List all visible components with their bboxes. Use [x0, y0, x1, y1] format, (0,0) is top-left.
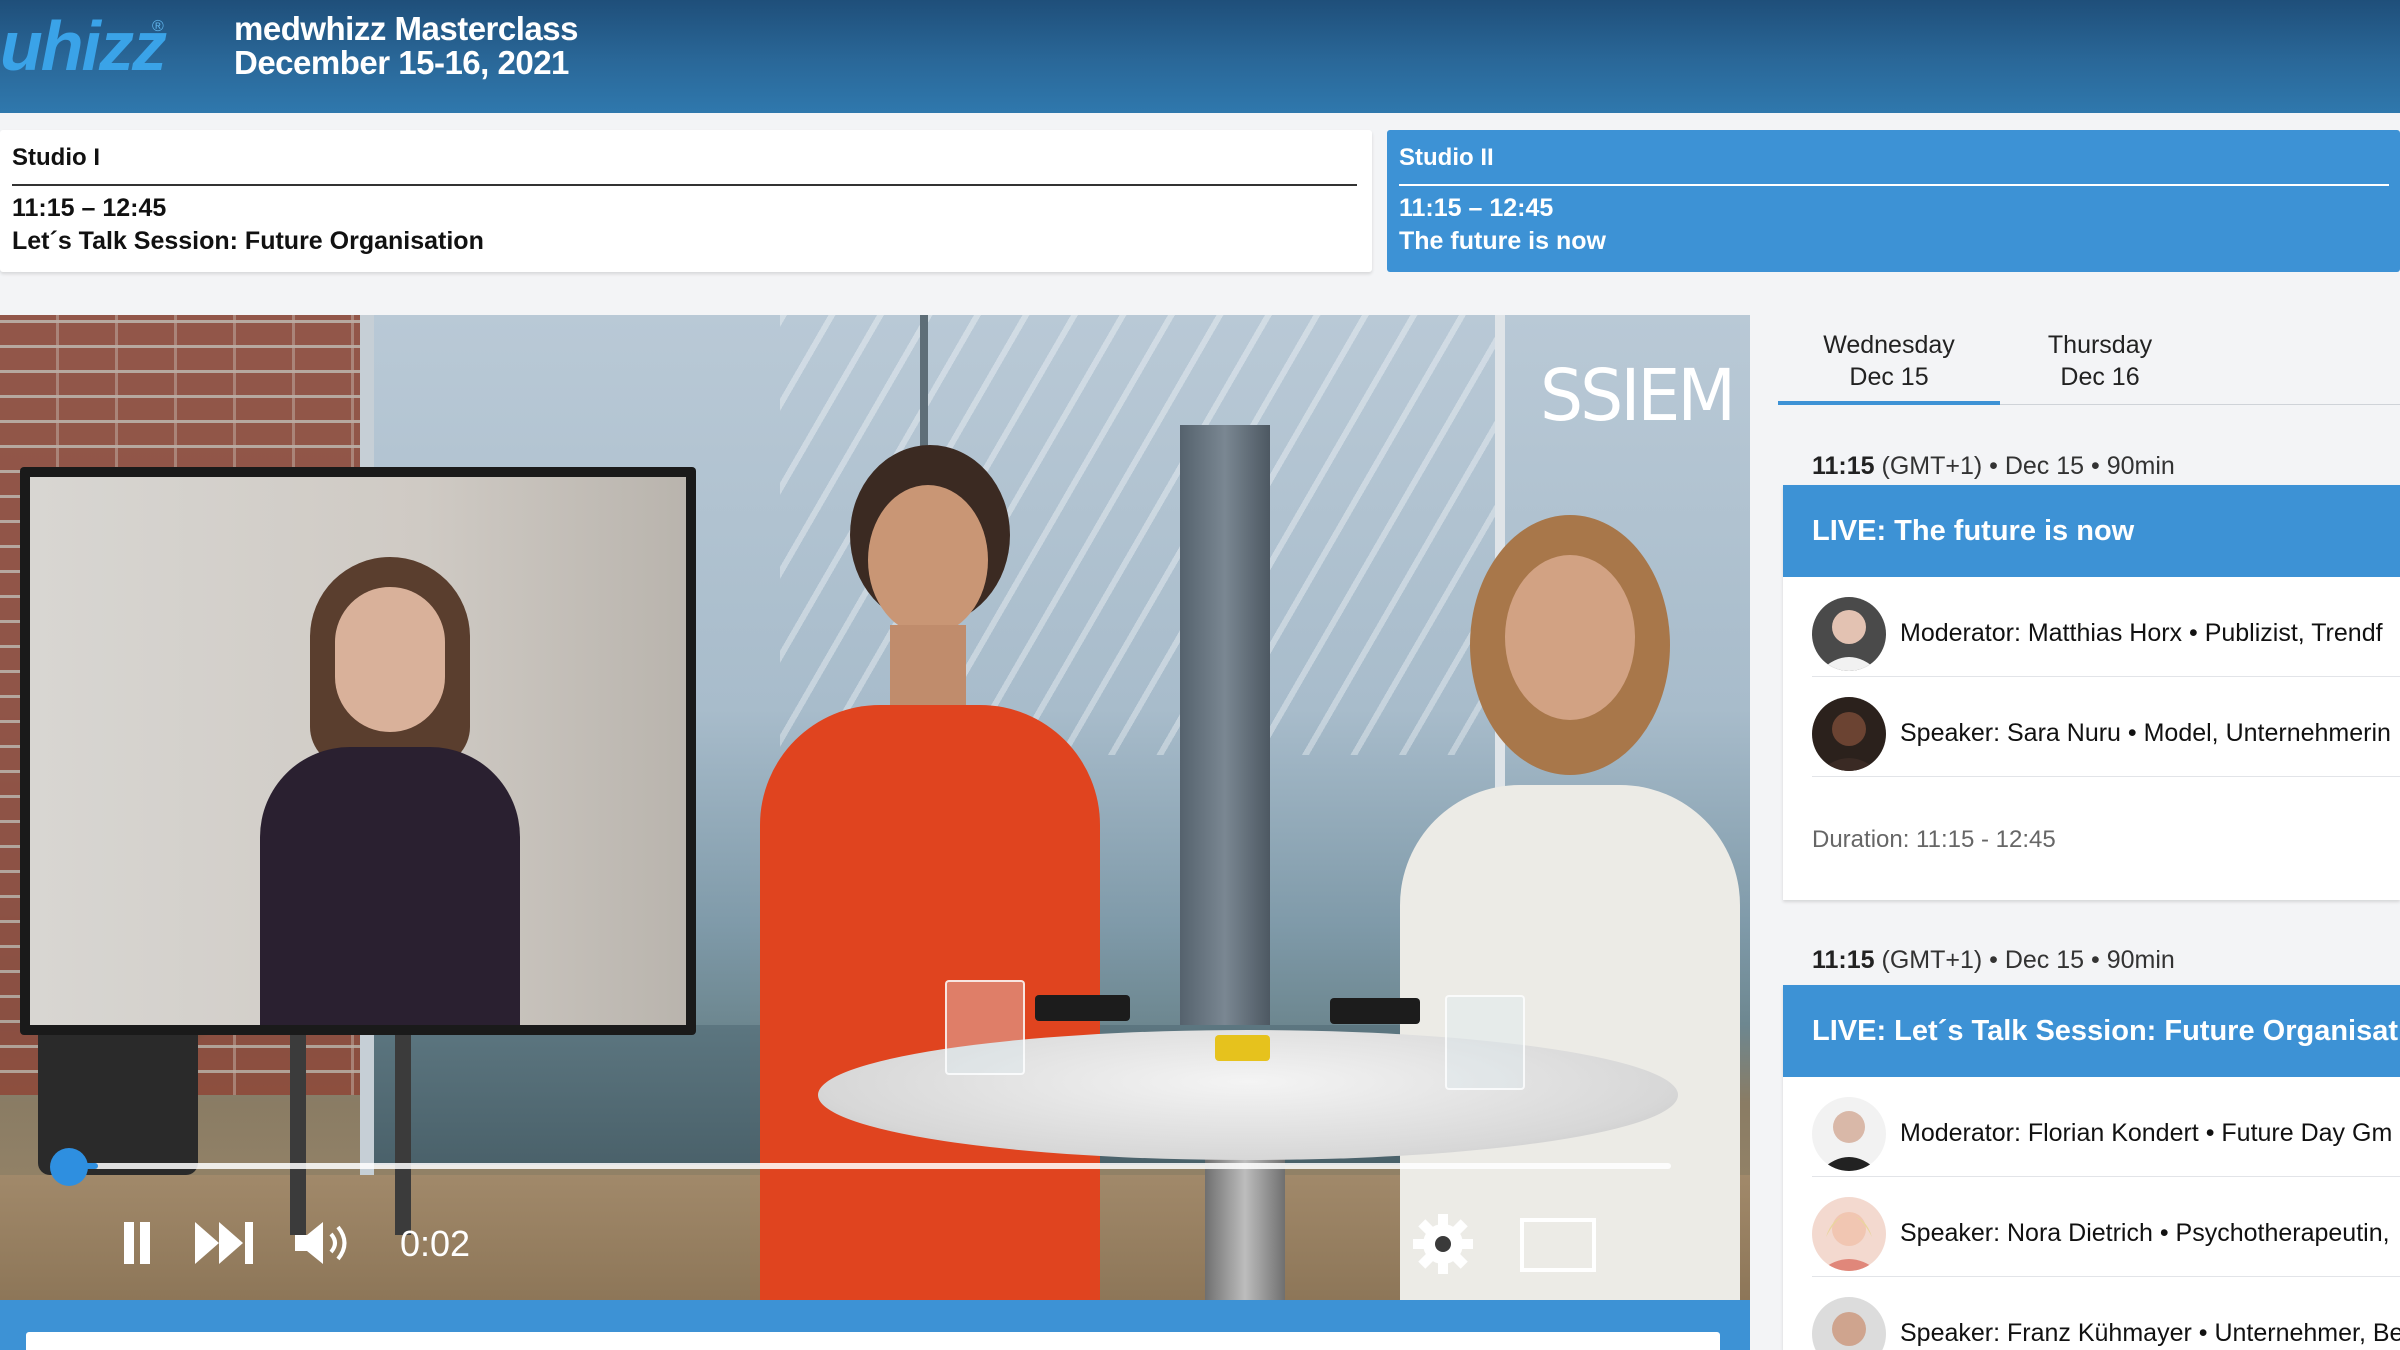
- session-card-header: LIVE: Let´s Talk Session: Future Organis…: [1783, 985, 2400, 1077]
- studio-divider: [12, 184, 1357, 186]
- session-meta-details: (GMT+1) • Dec 15 • 90min: [1874, 452, 2175, 480]
- studio-session-title: Let´s Talk Session: Future Organisation: [12, 227, 484, 255]
- studio-name: Studio II: [1399, 144, 1494, 171]
- studio-name: Studio I: [12, 144, 100, 171]
- person-row[interactable]: Speaker: Sara Nuru • Model, Unternehmeri…: [1812, 677, 2400, 777]
- session-meta: 11:15 (GMT+1) • Dec 15 • 90min: [1812, 452, 2175, 481]
- session-title: LIVE: The future is now: [1812, 515, 2135, 547]
- agenda-panel: Wednesday Dec 15 Thursday Dec 16 11:15 (…: [1750, 315, 2400, 1350]
- remote-speaker: [260, 557, 520, 1025]
- video-tower: [1180, 425, 1270, 1035]
- session-meta: 11:15 (GMT+1) • Dec 15 • 90min: [1812, 946, 2175, 975]
- day-tab-date: Dec 15: [1849, 363, 1929, 391]
- current-time: 0:02: [400, 1223, 471, 1264]
- speaker-avatar: [1812, 1197, 1886, 1271]
- person-name: Speaker: Nora Dietrich • Psychotherapeut…: [1900, 1219, 2390, 1247]
- studio-time: 11:15 – 12:45: [12, 194, 167, 222]
- fullscreen-icon[interactable]: [1520, 1218, 1596, 1272]
- settings-gear-icon[interactable]: [1412, 1213, 1474, 1275]
- studio-tab-2[interactable]: Studio II 11:15 – 12:45 The future is no…: [1387, 130, 2400, 272]
- speaker-right: [1380, 515, 1750, 1300]
- session-start: 11:15: [1812, 946, 1875, 974]
- top-header: uhizz ® medwhizz Masterclass December 15…: [0, 0, 2400, 113]
- person-name: Moderator: Matthias Horx • Publizist, Tr…: [1900, 619, 2383, 647]
- speaker-avatar: [1812, 1297, 1886, 1350]
- water-glass: [945, 980, 1025, 1075]
- brand-logo[interactable]: uhizz: [0, 6, 167, 86]
- studio-time: 11:15 – 12:45: [1399, 194, 1554, 222]
- person-name: Moderator: Florian Kondert • Future Day …: [1900, 1119, 2393, 1147]
- audio-device: [1215, 1035, 1270, 1061]
- day-tab-date: Dec 16: [2060, 363, 2140, 391]
- session-card[interactable]: LIVE: The future is now Moderator: Matth…: [1783, 485, 2400, 900]
- volume-icon[interactable]: [295, 1222, 357, 1264]
- monitor-stand: [290, 1035, 306, 1235]
- person-row[interactable]: Speaker: Franz Kühmayer • Unternehmer, B…: [1812, 1277, 2400, 1350]
- speaker-left: [730, 445, 1110, 1300]
- day-tab-wednesday[interactable]: Wednesday Dec 15: [1778, 329, 2000, 393]
- session-meta-details: (GMT+1) • Dec 15 • 90min: [1874, 946, 2175, 974]
- person-row[interactable]: Speaker: Nora Dietrich • Psychotherapeut…: [1812, 1177, 2400, 1277]
- session-card-header: LIVE: The future is now: [1783, 485, 2400, 577]
- event-title: medwhizz Masterclass: [234, 10, 578, 47]
- event-date: December 15-16, 2021: [234, 44, 569, 81]
- audio-device: [1035, 995, 1130, 1021]
- remote-speaker-body: [260, 747, 520, 1025]
- studio-divider: [1399, 184, 2389, 186]
- skip-next-icon[interactable]: [195, 1222, 255, 1264]
- person-row[interactable]: Moderator: Matthias Horx • Publizist, Tr…: [1812, 577, 2400, 677]
- studio-tab-1[interactable]: Studio I 11:15 – 12:45 Let´s Talk Sessio…: [0, 130, 1372, 272]
- session-duration: Duration: 11:15 - 12:45: [1812, 826, 2056, 853]
- pause-icon[interactable]: [120, 1222, 154, 1264]
- speaker-neck: [890, 625, 966, 715]
- session-card[interactable]: LIVE: Let´s Talk Session: Future Organis…: [1783, 985, 2400, 1350]
- progress-handle[interactable]: [50, 1148, 88, 1186]
- video-player[interactable]: SSIEM: [0, 315, 1750, 1300]
- day-tab-weekday: Thursday: [2047, 331, 2153, 359]
- monitor-stand: [395, 1035, 411, 1235]
- moderator-avatar: [1812, 1097, 1886, 1171]
- registered-mark: ®: [152, 18, 164, 35]
- progress-bar[interactable]: [66, 1163, 1671, 1169]
- speaker-avatar: [1812, 697, 1886, 771]
- speaker-face: [1505, 555, 1635, 720]
- remote-speaker-face: [335, 587, 445, 732]
- water-glass: [1445, 995, 1525, 1090]
- speaker-face: [868, 485, 988, 635]
- session-start: 11:15: [1812, 452, 1875, 480]
- monitor-screen: [30, 477, 686, 1025]
- day-tab-weekday: Wednesday: [1823, 331, 1955, 359]
- ssiem-watermark: SSIEM: [1540, 355, 1736, 438]
- moderator-avatar: [1812, 597, 1886, 671]
- studio-session-title: The future is now: [1399, 227, 1606, 255]
- person-name: Speaker: Sara Nuru • Model, Unternehmeri…: [1900, 719, 2391, 747]
- day-tab-active-indicator: [1778, 401, 2000, 405]
- session-title: LIVE: Let´s Talk Session: Future Organis…: [1812, 1015, 2400, 1047]
- video-monitor: [20, 467, 696, 1035]
- audio-device: [1330, 998, 1420, 1024]
- person-name: Speaker: Franz Kühmayer • Unternehmer, B…: [1900, 1319, 2400, 1347]
- day-tab-thursday[interactable]: Thursday Dec 16: [2000, 329, 2200, 393]
- chat-input[interactable]: [26, 1332, 1720, 1350]
- person-row[interactable]: Moderator: Florian Kondert • Future Day …: [1812, 1077, 2400, 1177]
